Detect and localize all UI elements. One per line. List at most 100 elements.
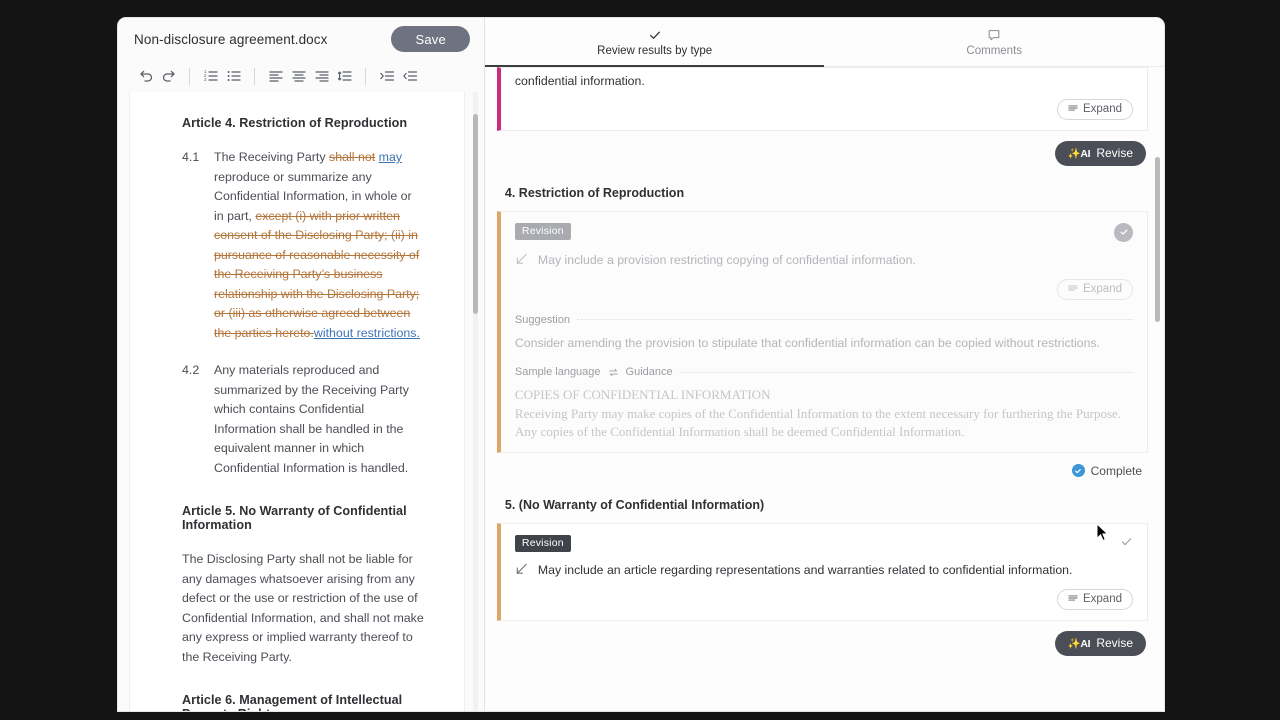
revise-button[interactable]: ✨AI Revise: [1054, 630, 1146, 656]
expand-button[interactable]: Expand: [1056, 278, 1133, 300]
review-tabs: Review results by type Comments: [484, 18, 1164, 67]
lines-icon: [1068, 593, 1078, 606]
numbered-list-icon[interactable]: 123: [199, 65, 222, 88]
clause-number: 4.2: [182, 363, 200, 377]
card-header: Revision: [514, 534, 1133, 552]
review-group-4-title: 4. Restriction of Reproduction: [504, 185, 685, 200]
clause-4-2: 4.2 Any materials reproduced and summari…: [182, 361, 424, 478]
revision-card-group-4[interactable]: Revision May include a provision restric…: [496, 210, 1148, 453]
tracked-insertion: may: [378, 150, 403, 164]
article-5-heading: Article 5. No Warranty of Confidential I…: [182, 504, 407, 532]
expand-label: Expand: [1082, 283, 1122, 295]
app-window: Non-disclosure agreement.docx Save 123 A…: [118, 18, 1164, 711]
accept-check-icon[interactable]: [1120, 535, 1133, 550]
revision-badge: Revision: [514, 222, 571, 240]
save-button[interactable]: Save: [391, 26, 470, 52]
check-icon: [648, 28, 662, 42]
toolbar-divider: [189, 67, 190, 85]
indent-increase-icon[interactable]: [375, 65, 398, 88]
toolbar-divider: [254, 67, 255, 85]
lines-icon: [1068, 283, 1078, 296]
clause-body: The Receiving Party shall not may reprod…: [214, 148, 424, 343]
insert-arrow-icon: [515, 251, 529, 271]
sample-language-tab[interactable]: Sample language: [515, 366, 601, 378]
revise-row: ✨AI Revise: [497, 131, 1148, 166]
article-5-paragraph: The Disclosing Party shall not be liable…: [182, 552, 424, 664]
revision-text: May include a provision restricting copy…: [537, 252, 916, 267]
clause-body: Any materials reproduced and summarized …: [214, 363, 409, 475]
align-left-icon[interactable]: [264, 65, 287, 88]
lines-icon: [1068, 103, 1078, 116]
tracked-deletion: shall not: [329, 150, 376, 164]
accepted-check-icon[interactable]: [1114, 222, 1133, 242]
swap-icon: [608, 367, 619, 378]
align-center-icon[interactable]: [287, 65, 310, 88]
suggestion-text: Consider amending the provision to stipu…: [514, 335, 1101, 350]
revise-button[interactable]: ✨AI Revise: [1054, 140, 1146, 166]
complete-status: Complete: [497, 453, 1148, 478]
ai-sparkle-icon: ✨AI: [1067, 147, 1091, 160]
suggestion-label: Suggestion: [514, 313, 570, 326]
complete-check-icon: [1071, 464, 1085, 477]
revision-card-partial[interactable]: confidential information. Expand: [496, 67, 1148, 131]
clause-4-1: 4.1 The Receiving Party shall not may re…: [182, 148, 424, 343]
line-spacing-icon[interactable]: [333, 65, 356, 88]
align-right-icon[interactable]: [310, 65, 333, 88]
card-header: Revision: [514, 222, 1133, 242]
expand-label: Expand: [1082, 593, 1122, 605]
document-scrollbar-thumb[interactable]: [472, 114, 478, 314]
tab-review-results-by-type[interactable]: Review results by type: [484, 18, 825, 67]
review-pane: Review results by type Comments confiden…: [484, 18, 1164, 711]
review-scrollbar-thumb[interactable]: [1155, 157, 1160, 322]
revise-row: ✨AI Revise: [497, 621, 1148, 656]
article-4-heading: Article 4. Restriction of Reproduction: [182, 116, 408, 130]
document-editor-pane: Non-disclosure agreement.docx Save 123 A…: [118, 18, 485, 711]
section-rule: [679, 371, 1133, 373]
comment-icon: [987, 28, 1001, 42]
document-scrollbar[interactable]: [472, 92, 478, 711]
article-6-heading: Article 6. Management of Intellectual Pr…: [182, 693, 403, 711]
tab-label: Comments: [966, 44, 1023, 57]
revision-row: May include an article regarding represe…: [515, 561, 1133, 581]
expand-row: Expand: [515, 98, 1133, 120]
revision-card-group-5[interactable]: Revision May include an article regardin…: [496, 522, 1148, 621]
review-group-5-title: 5. (No Warranty of Confidential Informat…: [504, 497, 765, 512]
tab-label: Review results by type: [597, 44, 713, 57]
document-scroll-area[interactable]: Article 4. Restriction of Reproduction 4…: [118, 92, 484, 711]
sample-heading: COPIES OF CONFIDENTIAL INFORMATION: [514, 387, 771, 402]
revision-row: May include a provision restricting copy…: [515, 251, 1133, 271]
expand-row: Expand: [515, 278, 1133, 300]
suggestion-section-label: Suggestion: [515, 314, 1133, 326]
ai-sparkle-icon: ✨AI: [1067, 637, 1091, 650]
redo-icon[interactable]: [157, 65, 180, 88]
revision-text: May include an article regarding represe…: [537, 562, 1073, 577]
tab-comments[interactable]: Comments: [824, 18, 1164, 66]
revision-badge: Revision: [514, 534, 571, 552]
bulleted-list-icon[interactable]: [222, 65, 245, 88]
sample-language-block: COPIES OF CONFIDENTIAL INFORMATION Recei…: [515, 386, 1133, 442]
expand-row: Expand: [515, 588, 1133, 610]
revision-card-text-tail: confidential information.: [514, 74, 645, 88]
section-rule: [576, 319, 1133, 320]
tracked-insertion: without restrictions.: [313, 325, 420, 340]
toolbar-divider: [365, 67, 366, 85]
expand-button[interactable]: Expand: [1056, 98, 1133, 120]
clause-number: 4.1: [182, 150, 200, 164]
undo-icon[interactable]: [134, 65, 157, 88]
expand-label: Expand: [1082, 103, 1122, 115]
sample-body: Receiving Party may make copies of the C…: [514, 405, 1122, 440]
revise-label: Revise: [1096, 146, 1133, 160]
guidance-tab[interactable]: Guidance: [626, 366, 673, 378]
formatting-toolbar: 123: [118, 60, 484, 92]
review-scrollbar[interactable]: [1155, 67, 1160, 711]
insert-arrow-icon: [515, 561, 529, 581]
tracked-deletion: except (i) with prior written consent of…: [214, 208, 420, 340]
clause-text-1: The Receiving Party: [214, 150, 330, 164]
document-page: Article 4. Restriction of Reproduction 4…: [130, 92, 464, 711]
svg-text:3: 3: [204, 77, 207, 82]
review-scroll-area[interactable]: confidential information. Expand ✨AI Rev…: [485, 67, 1164, 711]
sample-section-label: Sample language Guidance: [515, 366, 1133, 378]
indent-decrease-icon[interactable]: [398, 65, 421, 88]
expand-button[interactable]: Expand: [1056, 588, 1133, 610]
revise-label: Revise: [1096, 636, 1133, 650]
